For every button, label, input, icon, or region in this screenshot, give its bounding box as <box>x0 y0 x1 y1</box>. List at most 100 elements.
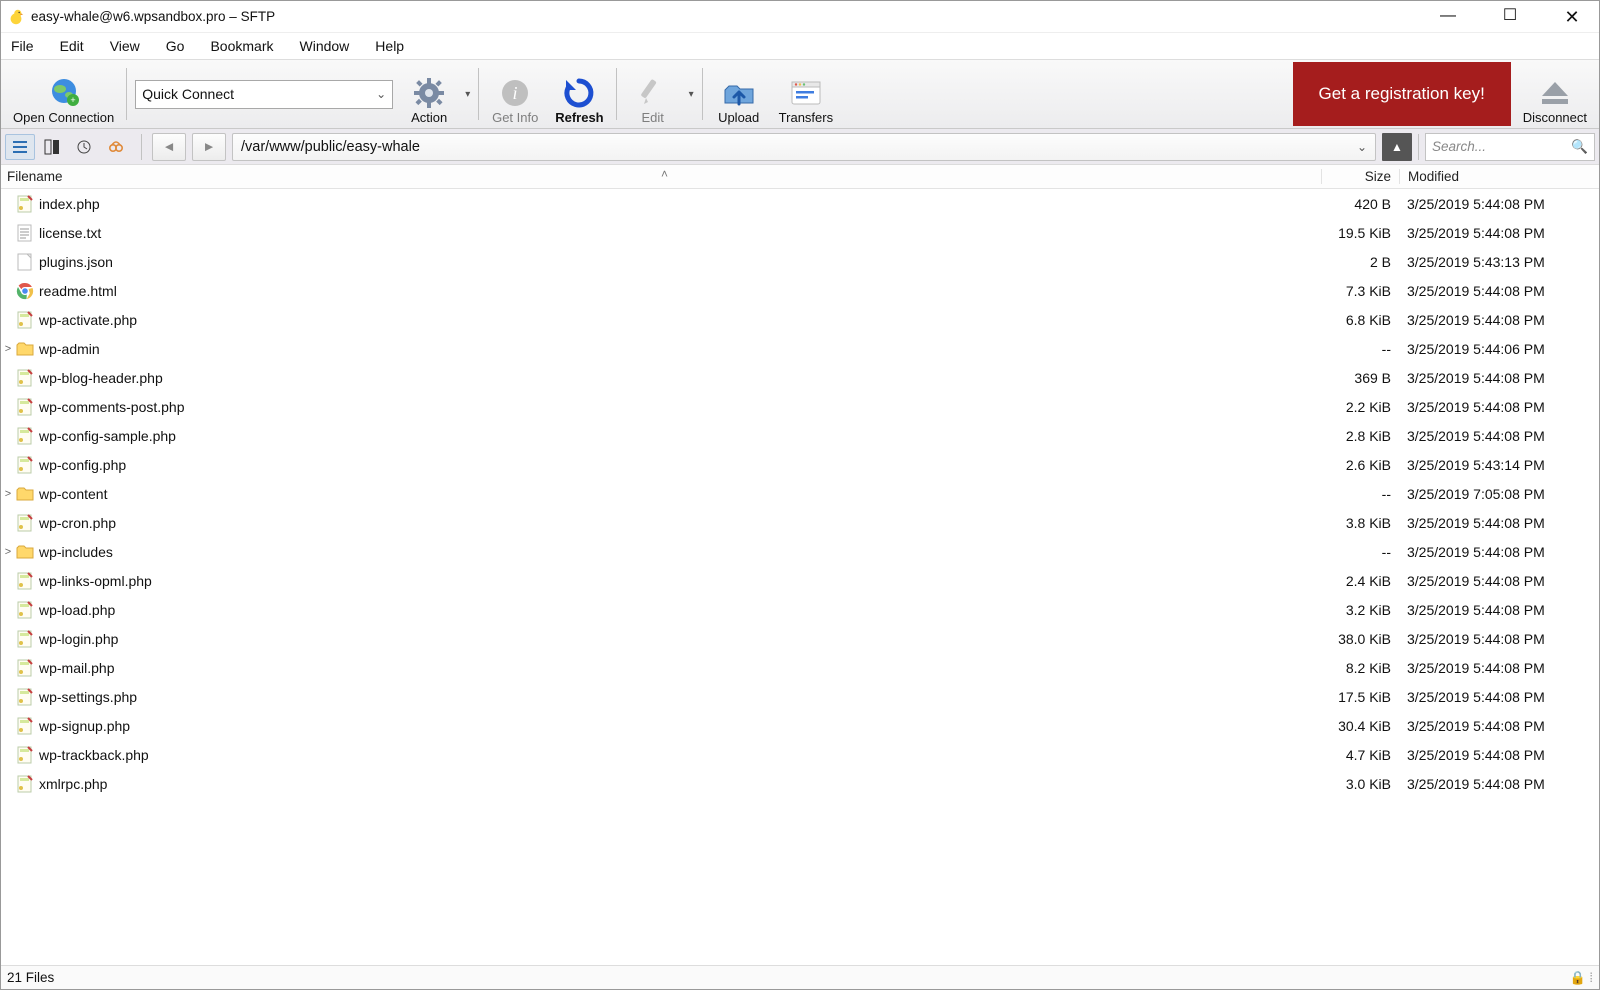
quick-connect-combo[interactable]: Quick Connect ⌄ <box>135 80 393 109</box>
file-name: wp-content <box>39 486 1321 502</box>
table-row[interactable]: license.txt19.5 KiB3/25/2019 5:44:08 PM <box>1 218 1599 247</box>
chevron-down-icon: ⌄ <box>1357 140 1367 154</box>
file-modified: 3/25/2019 5:44:08 PM <box>1399 718 1599 734</box>
file-size: 4.7 KiB <box>1321 747 1399 763</box>
file-modified: 3/25/2019 5:44:08 PM <box>1399 689 1599 705</box>
expand-toggle[interactable]: > <box>1 488 15 500</box>
menu-window[interactable]: Window <box>296 36 354 56</box>
table-row[interactable]: wp-settings.php17.5 KiB3/25/2019 5:44:08… <box>1 682 1599 711</box>
table-row[interactable]: wp-login.php38.0 KiB3/25/2019 5:44:08 PM <box>1 624 1599 653</box>
table-row[interactable]: wp-config.php2.6 KiB3/25/2019 5:43:14 PM <box>1 450 1599 479</box>
table-row[interactable]: xmlrpc.php3.0 KiB3/25/2019 5:44:08 PM <box>1 769 1599 798</box>
history-button[interactable] <box>69 134 99 160</box>
php-icon <box>15 397 35 417</box>
table-row[interactable]: wp-trackback.php4.7 KiB3/25/2019 5:44:08… <box>1 740 1599 769</box>
file-modified: 3/25/2019 5:44:08 PM <box>1399 515 1599 531</box>
transfers-button[interactable]: Transfers <box>771 61 841 127</box>
menu-bookmark[interactable]: Bookmark <box>206 36 277 56</box>
file-modified: 3/25/2019 5:44:08 PM <box>1399 428 1599 444</box>
php-icon <box>15 745 35 765</box>
column-size[interactable]: Size <box>1321 169 1399 184</box>
table-row[interactable]: >wp-content--3/25/2019 7:05:08 PM <box>1 479 1599 508</box>
file-size: -- <box>1321 341 1399 357</box>
menu-file[interactable]: File <box>7 36 38 56</box>
file-size: 19.5 KiB <box>1321 225 1399 241</box>
table-row[interactable]: plugins.json2 B3/25/2019 5:43:13 PM <box>1 247 1599 276</box>
refresh-button[interactable]: Refresh <box>547 61 611 127</box>
php-icon <box>15 455 35 475</box>
forward-button[interactable]: ► <box>192 133 226 161</box>
file-name: plugins.json <box>39 254 1321 270</box>
eject-icon <box>1538 76 1572 110</box>
open-connection-button[interactable]: + Open Connection <box>5 61 122 127</box>
table-row[interactable]: wp-config-sample.php2.8 KiB3/25/2019 5:4… <box>1 421 1599 450</box>
action-button[interactable]: Action <box>397 61 461 127</box>
window-title: easy-whale@w6.wpsandbox.pro – SFTP <box>31 9 275 24</box>
file-size: 2.2 KiB <box>1321 399 1399 415</box>
menu-view[interactable]: View <box>106 36 144 56</box>
bonjour-button[interactable] <box>101 134 131 160</box>
action-dropdown-arrow[interactable]: ▾ <box>461 89 474 100</box>
expand-toggle[interactable]: > <box>1 546 15 558</box>
menu-edit[interactable]: Edit <box>56 36 88 56</box>
table-row[interactable]: wp-load.php3.2 KiB3/25/2019 5:44:08 PM <box>1 595 1599 624</box>
table-row[interactable]: >wp-admin--3/25/2019 5:44:06 PM <box>1 334 1599 363</box>
table-row[interactable]: wp-mail.php8.2 KiB3/25/2019 5:44:08 PM <box>1 653 1599 682</box>
view-columns-button[interactable] <box>37 134 67 160</box>
chevron-down-icon: ⌄ <box>376 87 386 101</box>
column-modified[interactable]: Modified <box>1399 169 1599 184</box>
table-row[interactable]: wp-cron.php3.8 KiB3/25/2019 5:44:08 PM <box>1 508 1599 537</box>
table-row[interactable]: index.php420 B3/25/2019 5:44:08 PM <box>1 189 1599 218</box>
folder-icon <box>15 339 35 359</box>
close-button[interactable]: ✕ <box>1557 8 1587 26</box>
transfers-icon <box>789 76 823 110</box>
toolbar: + Open Connection Quick Connect ⌄ Action… <box>1 59 1599 129</box>
table-row[interactable]: >wp-includes--3/25/2019 5:44:08 PM <box>1 537 1599 566</box>
table-row[interactable]: wp-activate.php6.8 KiB3/25/2019 5:44:08 … <box>1 305 1599 334</box>
maximize-button[interactable]: ☐ <box>1495 8 1525 26</box>
expand-toggle[interactable]: > <box>1 343 15 355</box>
file-name: wp-config-sample.php <box>39 428 1321 444</box>
file-size: 2.8 KiB <box>1321 428 1399 444</box>
file-size: -- <box>1321 544 1399 560</box>
file-size: 420 B <box>1321 196 1399 212</box>
upload-button[interactable]: Upload <box>707 61 771 127</box>
app-icon <box>7 8 25 26</box>
file-size: 2.4 KiB <box>1321 573 1399 589</box>
minimize-button[interactable]: — <box>1433 8 1463 26</box>
file-modified: 3/25/2019 5:44:08 PM <box>1399 747 1599 763</box>
file-size: 3.8 KiB <box>1321 515 1399 531</box>
menu-go[interactable]: Go <box>162 36 189 56</box>
registration-banner[interactable]: Get a registration key! <box>1293 62 1511 126</box>
php-icon <box>15 658 35 678</box>
go-up-button[interactable]: ▲ <box>1382 133 1412 161</box>
table-row[interactable]: readme.html7.3 KiB3/25/2019 5:44:08 PM <box>1 276 1599 305</box>
table-row[interactable]: wp-comments-post.php2.2 KiB3/25/2019 5:4… <box>1 392 1599 421</box>
file-modified: 3/25/2019 5:44:06 PM <box>1399 341 1599 357</box>
back-button[interactable]: ◄ <box>152 133 186 161</box>
edit-dropdown-arrow[interactable]: ▾ <box>685 89 698 100</box>
edit-button[interactable]: Edit <box>621 61 685 127</box>
file-size: 17.5 KiB <box>1321 689 1399 705</box>
view-list-button[interactable] <box>5 134 35 160</box>
file-size: 2 B <box>1321 254 1399 270</box>
table-row[interactable]: wp-blog-header.php369 B3/25/2019 5:44:08… <box>1 363 1599 392</box>
file-size: 3.2 KiB <box>1321 602 1399 618</box>
disconnect-button[interactable]: Disconnect <box>1515 61 1595 127</box>
file-size: -- <box>1321 486 1399 502</box>
menu-help[interactable]: Help <box>371 36 408 56</box>
menu-bar: File Edit View Go Bookmark Window Help <box>1 33 1599 59</box>
table-row[interactable]: wp-links-opml.php2.4 KiB3/25/2019 5:44:0… <box>1 566 1599 595</box>
status-bar: 21 Files 🔒 ⁞ <box>1 965 1599 989</box>
chrome-icon <box>15 281 35 301</box>
file-name: wp-mail.php <box>39 660 1321 676</box>
file-list[interactable]: index.php420 B3/25/2019 5:44:08 PMlicens… <box>1 189 1599 965</box>
path-combo[interactable]: /var/www/public/easy-whale ⌄ <box>232 133 1376 161</box>
table-row[interactable]: wp-signup.php30.4 KiB3/25/2019 5:44:08 P… <box>1 711 1599 740</box>
get-info-button[interactable]: i Get Info <box>483 61 547 127</box>
search-input[interactable]: Search... 🔍 <box>1425 133 1595 161</box>
php-icon <box>15 571 35 591</box>
php-icon <box>15 194 35 214</box>
column-filename[interactable]: Filename ˄ <box>1 169 1321 184</box>
title-bar: easy-whale@w6.wpsandbox.pro – SFTP — ☐ ✕ <box>1 1 1599 33</box>
